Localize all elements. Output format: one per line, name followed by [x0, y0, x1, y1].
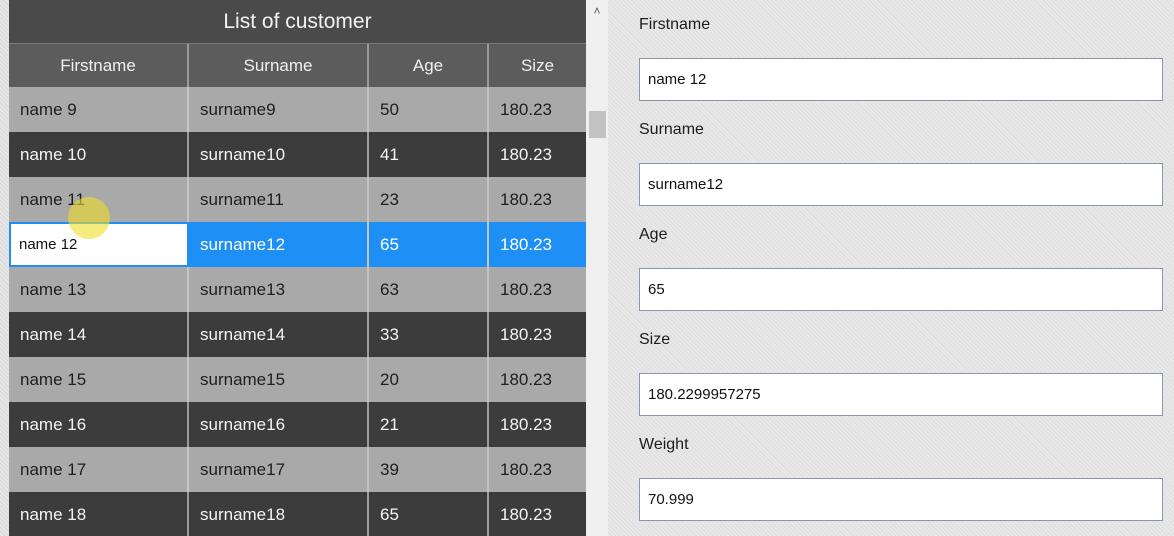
- table-row[interactable]: name 11 surname11 23 180.23: [9, 177, 586, 222]
- age-field-box[interactable]: [639, 268, 1163, 311]
- cell-firstname[interactable]: name 17: [9, 447, 189, 492]
- scroll-thumb[interactable]: [589, 111, 606, 138]
- grid-rows: name 9 surname9 50 180.23 name 10 surname10 41…: [9, 87, 586, 536]
- cell-size[interactable]: 180.23: [489, 357, 586, 402]
- age-label: Age: [639, 226, 668, 243]
- cell-surname[interactable]: surname10: [189, 132, 369, 177]
- cell-size[interactable]: 180.23: [489, 132, 586, 177]
- cell-size[interactable]: 180.23: [489, 312, 586, 357]
- weight-label: Weight: [639, 436, 689, 453]
- table-row[interactable]: name 13 surname13 63 180.23: [9, 267, 586, 312]
- cell-size[interactable]: 180.23: [489, 267, 586, 312]
- column-header-age[interactable]: Age: [369, 44, 489, 87]
- firstname-field-box[interactable]: [639, 58, 1163, 101]
- cell-firstname[interactable]: name 16: [9, 402, 189, 447]
- cell-size[interactable]: 180.23: [489, 177, 586, 222]
- chevron-up-icon[interactable]: ˄: [586, 0, 608, 22]
- surname-field-box[interactable]: [639, 163, 1163, 206]
- vertical-scrollbar[interactable]: ˄: [586, 0, 608, 536]
- cell-age[interactable]: 21: [369, 402, 489, 447]
- size-label: Size: [639, 331, 671, 348]
- grid-header: Firstname Surname Age Size: [9, 43, 586, 87]
- surname-field[interactable]: [648, 176, 1154, 193]
- cell-size[interactable]: 180.23: [489, 87, 586, 132]
- cell-size[interactable]: 180.23: [489, 222, 586, 267]
- age-field[interactable]: [648, 281, 1154, 298]
- cell-surname[interactable]: surname13: [189, 267, 369, 312]
- cell-edit-input[interactable]: [19, 236, 187, 253]
- background-strip: [0, 0, 9, 536]
- cell-age[interactable]: 41: [369, 132, 489, 177]
- table-row[interactable]: name 10 surname10 41 180.23: [9, 132, 586, 177]
- cell-age[interactable]: 50: [369, 87, 489, 132]
- cell-surname[interactable]: surname14: [189, 312, 369, 357]
- cell-firstname[interactable]: name 11: [9, 177, 189, 222]
- cell-editor[interactable]: [9, 222, 189, 267]
- customer-grid: List of customer Firstname Surname Age S…: [9, 0, 586, 536]
- column-header-size[interactable]: Size: [489, 44, 586, 87]
- cell-surname[interactable]: surname9: [189, 87, 369, 132]
- cell-surname[interactable]: surname12: [189, 222, 369, 267]
- cell-age[interactable]: 20: [369, 357, 489, 402]
- weight-field[interactable]: [648, 491, 1154, 508]
- cell-firstname[interactable]: name 15: [9, 357, 189, 402]
- column-header-firstname[interactable]: Firstname: [9, 44, 189, 87]
- cell-firstname[interactable]: name 14: [9, 312, 189, 357]
- firstname-label: Firstname: [639, 16, 711, 33]
- cell-age[interactable]: 65: [369, 222, 489, 267]
- table-row[interactable]: name 14 surname14 33 180.23: [9, 312, 586, 357]
- cell-surname[interactable]: surname16: [189, 402, 369, 447]
- size-field[interactable]: [648, 386, 1154, 403]
- table-row[interactable]: name 18 surname18 65 180.23: [9, 492, 586, 536]
- table-row[interactable]: name 16 surname16 21 180.23: [9, 402, 586, 447]
- cell-firstname[interactable]: name 9: [9, 87, 189, 132]
- cell-age[interactable]: 33: [369, 312, 489, 357]
- cell-surname[interactable]: surname11: [189, 177, 369, 222]
- table-row[interactable]: name 9 surname9 50 180.23: [9, 87, 586, 132]
- cell-size[interactable]: 180.23: [489, 447, 586, 492]
- table-row[interactable]: surname1265180.23: [9, 222, 586, 267]
- weight-field-box[interactable]: [639, 478, 1163, 521]
- cell-age[interactable]: 63: [369, 267, 489, 312]
- grid-title: List of customer: [9, 0, 586, 43]
- cell-surname[interactable]: surname17: [189, 447, 369, 492]
- cell-age[interactable]: 65: [369, 492, 489, 536]
- cell-surname[interactable]: surname15: [189, 357, 369, 402]
- cell-firstname[interactable]: name 13: [9, 267, 189, 312]
- column-header-surname[interactable]: Surname: [189, 44, 369, 87]
- cell-surname[interactable]: surname18: [189, 492, 369, 536]
- cell-size[interactable]: 180.23: [489, 492, 586, 536]
- firstname-field[interactable]: [648, 71, 1154, 88]
- cell-age[interactable]: 23: [369, 177, 489, 222]
- cell-size[interactable]: 180.23: [489, 402, 586, 447]
- table-row[interactable]: name 17 surname17 39 180.23: [9, 447, 586, 492]
- size-field-box[interactable]: [639, 373, 1163, 416]
- cell-firstname[interactable]: name 18: [9, 492, 189, 536]
- cell-age[interactable]: 39: [369, 447, 489, 492]
- table-row[interactable]: name 15 surname15 20 180.23: [9, 357, 586, 402]
- surname-label: Surname: [639, 121, 704, 138]
- cell-firstname[interactable]: name 10: [9, 132, 189, 177]
